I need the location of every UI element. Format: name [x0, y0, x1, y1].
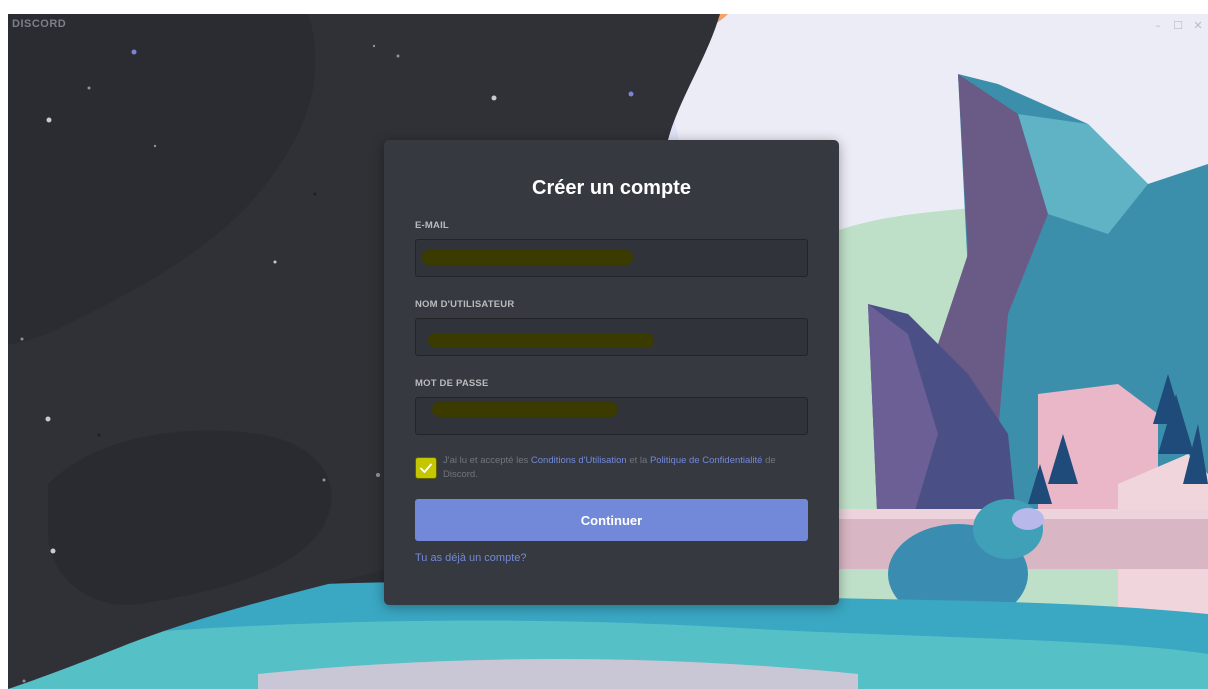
redaction-mark	[432, 402, 618, 417]
email-label: E-MAIL	[415, 220, 449, 231]
login-link[interactable]: Tu as déjà un compte?	[415, 552, 808, 564]
consent-text-middle: et la	[626, 455, 650, 466]
redaction-mark	[428, 333, 654, 348]
discord-logo: DISCORD	[12, 18, 67, 30]
terms-link[interactable]: Conditions d'Utilisation	[531, 455, 627, 466]
consent-row: J'ai lu et accepté les Conditions d'Util…	[415, 454, 808, 482]
redaction-mark	[421, 250, 633, 265]
password-field[interactable]	[415, 397, 808, 435]
close-button[interactable]: ✕	[1188, 14, 1208, 36]
consent-text-before: J'ai lu et accepté les	[443, 455, 531, 466]
continue-button[interactable]: Continuer	[415, 499, 808, 541]
register-card: Créer un compte E-MAIL NOM D'UTILISATEUR…	[384, 140, 839, 605]
check-icon	[420, 463, 432, 473]
minimize-button[interactable]: –	[1148, 14, 1168, 36]
email-field[interactable]	[415, 239, 808, 277]
consent-text: J'ai lu et accepté les Conditions d'Util…	[443, 454, 808, 482]
username-field[interactable]	[415, 318, 808, 356]
maximize-button[interactable]: ☐	[1168, 14, 1188, 36]
window-controls: – ☐ ✕	[1148, 14, 1208, 36]
discord-window: DISCORD – ☐ ✕ Créer un compte E-MAIL NOM…	[8, 14, 1208, 689]
page-title: Créer un compte	[532, 177, 691, 199]
consent-checkbox[interactable]	[415, 457, 437, 479]
titlebar: DISCORD – ☐ ✕	[8, 14, 1208, 36]
password-label: MOT DE PASSE	[415, 378, 489, 389]
username-label: NOM D'UTILISATEUR	[415, 299, 515, 310]
privacy-link[interactable]: Politique de Confidentialité	[650, 455, 763, 466]
